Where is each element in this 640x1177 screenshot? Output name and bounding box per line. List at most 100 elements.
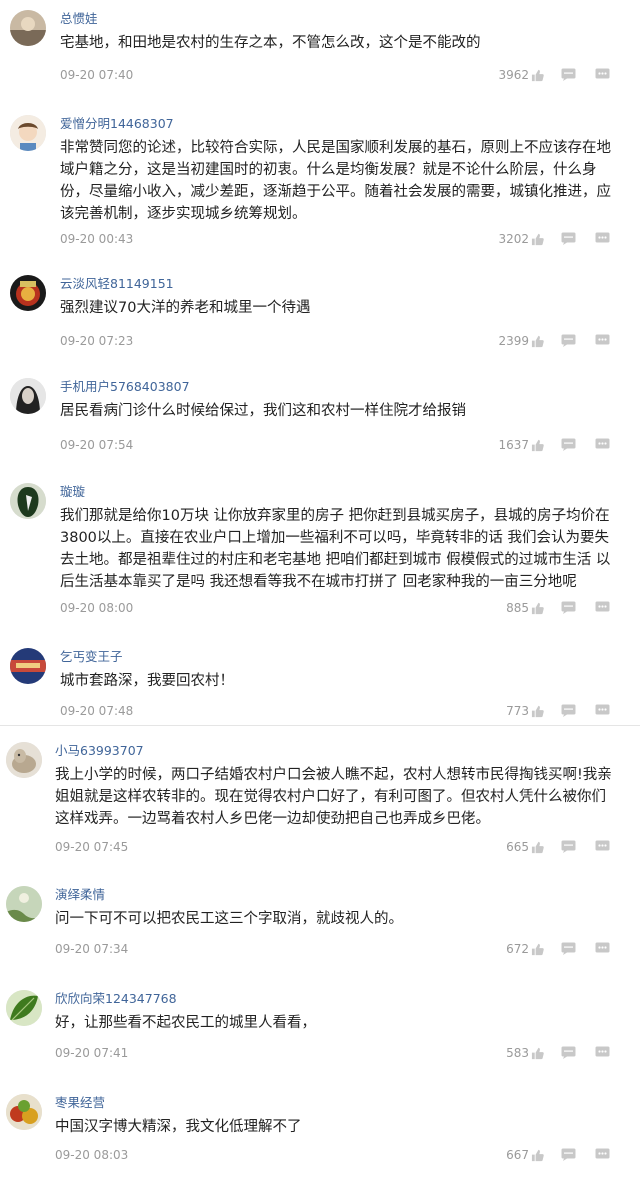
- thumbs-up-icon: [531, 705, 544, 718]
- comment-meta: 09-20 08:03 667: [55, 1146, 616, 1164]
- comment-item: 总惯娃 宅基地，和田地是农村的生存之本，不管怎么改，这个是不能改的 09-20 …: [0, 0, 640, 105]
- like-button[interactable]: 773: [506, 702, 544, 720]
- comment-text: 我们那就是给你10万块 让你放弃家里的房子 把你赶到县城买房子，县城的房子均价在…: [60, 508, 611, 590]
- thumbs-up-icon: [531, 943, 544, 956]
- comment-item: 小马63993707 我上小学的时候，两口子结婚农村户口会被人瞧不起，农村人想转…: [0, 732, 640, 874]
- comment-text: 好，让那些看不起农民工的城里人看看，: [55, 1015, 316, 1031]
- comment-text: 我上小学的时候，两口子结婚农村户口会被人瞧不起，农村人想转市民得掏钱买啊!我亲姐…: [55, 767, 612, 827]
- comment-item: 欣欣向荣124347768 好，让那些看不起农民工的城里人看看， 09-20 0…: [0, 980, 640, 1080]
- thumbs-up-icon: [531, 841, 544, 854]
- more-dots-icon[interactable]: [595, 334, 610, 347]
- avatar[interactable]: [10, 648, 46, 684]
- more-dots-icon[interactable]: [595, 68, 610, 81]
- more-dots-icon[interactable]: [595, 1046, 610, 1059]
- timestamp: 09-20 08:03: [55, 1148, 129, 1162]
- comment-icon[interactable]: [561, 68, 576, 81]
- like-count: 773: [506, 704, 529, 718]
- username[interactable]: 演绎柔情: [55, 884, 105, 903]
- timestamp: 09-20 08:00: [60, 601, 134, 615]
- like-button[interactable]: 3962: [498, 66, 544, 84]
- like-count: 2399: [498, 334, 529, 348]
- comment-item: 枣果经营 中国汉字博大精深，我文化低理解不了 09-20 08:03 667: [0, 1084, 640, 1177]
- comment-item: 璇璇 我们那就是给你10万块 让你放弃家里的房子 把你赶到县城买房子，县城的房子…: [0, 473, 640, 638]
- timestamp: 09-20 07:40: [60, 68, 134, 82]
- username[interactable]: 璇璇: [60, 481, 85, 500]
- avatar[interactable]: [10, 483, 46, 519]
- comment-item: 云淡风轻81149151 强烈建议70大洋的养老和城里一个待遇 09-20 07…: [0, 265, 640, 370]
- like-count: 665: [506, 840, 529, 854]
- comment-icon[interactable]: [561, 438, 576, 451]
- thumbs-up-icon: [531, 335, 544, 348]
- thumbs-up-icon: [531, 439, 544, 452]
- like-button[interactable]: 2399: [498, 332, 544, 350]
- avatar[interactable]: [6, 990, 42, 1026]
- comment-item: 乞丐变王子 城市套路深，我要回农村！ 09-20 07:48 773: [0, 638, 640, 724]
- timestamp: 09-20 07:34: [55, 942, 129, 956]
- more-dots-icon[interactable]: [595, 840, 610, 853]
- username[interactable]: 爱憎分明14468307: [60, 113, 174, 132]
- comment-icon[interactable]: [561, 1046, 576, 1059]
- more-dots-icon[interactable]: [595, 942, 610, 955]
- avatar[interactable]: [10, 10, 46, 46]
- comment-icon[interactable]: [561, 840, 576, 853]
- avatar[interactable]: [10, 115, 46, 151]
- comment-icon[interactable]: [561, 232, 576, 245]
- like-button[interactable]: 583: [506, 1044, 544, 1062]
- comment-text: 宅基地，和田地是农村的生存之本，不管怎么改，这个是不能改的: [60, 35, 481, 51]
- timestamp: 09-20 07:41: [55, 1046, 129, 1060]
- comment-text: 问一下可不可以把农民工这三个字取消，就歧视人的。: [55, 911, 403, 927]
- like-count: 3962: [498, 68, 529, 82]
- comment-text: 城市套路深，我要回农村！: [60, 673, 234, 689]
- comment-meta: 09-20 07:41 583: [55, 1044, 616, 1062]
- comment-meta: 09-20 07:40 3962: [60, 66, 616, 84]
- username[interactable]: 小马63993707: [55, 740, 144, 759]
- comment-meta: 09-20 00:43 3202: [60, 230, 616, 248]
- like-button[interactable]: 672: [506, 940, 544, 958]
- section-divider: [0, 725, 640, 726]
- username[interactable]: 云淡风轻81149151: [60, 273, 174, 292]
- username[interactable]: 乞丐变王子: [60, 646, 123, 665]
- thumbs-up-icon: [531, 233, 544, 246]
- comment-icon[interactable]: [561, 1148, 576, 1161]
- comment-meta: 09-20 07:34 672: [55, 940, 616, 958]
- avatar[interactable]: [6, 886, 42, 922]
- like-count: 667: [506, 1148, 529, 1162]
- timestamp: 09-20 07:54: [60, 438, 134, 452]
- comment-icon[interactable]: [561, 601, 576, 614]
- like-button[interactable]: 885: [506, 599, 544, 617]
- like-button[interactable]: 665: [506, 838, 544, 856]
- comment-item: 手机用户5768403807 居民看病门诊什么时候给保过，我们这和农村一样住院才…: [0, 368, 640, 473]
- like-count: 1637: [498, 438, 529, 452]
- like-button[interactable]: 3202: [498, 230, 544, 248]
- more-dots-icon[interactable]: [595, 1148, 610, 1161]
- username[interactable]: 手机用户5768403807: [60, 376, 190, 395]
- username[interactable]: 枣果经营: [55, 1092, 105, 1111]
- more-dots-icon[interactable]: [595, 438, 610, 451]
- timestamp: 09-20 07:23: [60, 334, 134, 348]
- like-count: 672: [506, 942, 529, 956]
- comment-item: 演绎柔情 问一下可不可以把农民工这三个字取消，就歧视人的。 09-20 07:3…: [0, 876, 640, 976]
- comment-icon[interactable]: [561, 942, 576, 955]
- like-button[interactable]: 1637: [498, 436, 544, 454]
- more-dots-icon[interactable]: [595, 704, 610, 717]
- avatar[interactable]: [6, 742, 42, 778]
- comment-icon[interactable]: [561, 334, 576, 347]
- comment-meta: 09-20 07:45 665: [55, 838, 616, 856]
- comment-meta: 09-20 07:23 2399: [60, 332, 616, 350]
- comment-icon[interactable]: [561, 704, 576, 717]
- avatar[interactable]: [6, 1094, 42, 1130]
- comment-text: 中国汉字博大精深，我文化低理解不了: [55, 1119, 302, 1135]
- avatar[interactable]: [10, 378, 46, 414]
- username[interactable]: 总惯娃: [60, 8, 98, 27]
- username[interactable]: 欣欣向荣124347768: [55, 988, 177, 1007]
- like-button[interactable]: 667: [506, 1146, 544, 1164]
- avatar[interactable]: [10, 275, 46, 311]
- timestamp: 09-20 07:48: [60, 704, 134, 718]
- more-dots-icon[interactable]: [595, 601, 610, 614]
- thumbs-up-icon: [531, 1047, 544, 1060]
- like-count: 3202: [498, 232, 529, 246]
- more-dots-icon[interactable]: [595, 232, 610, 245]
- thumbs-up-icon: [531, 69, 544, 82]
- comment-text: 强烈建议70大洋的养老和城里一个待遇: [60, 300, 311, 316]
- comment-meta: 09-20 07:48 773: [60, 702, 616, 720]
